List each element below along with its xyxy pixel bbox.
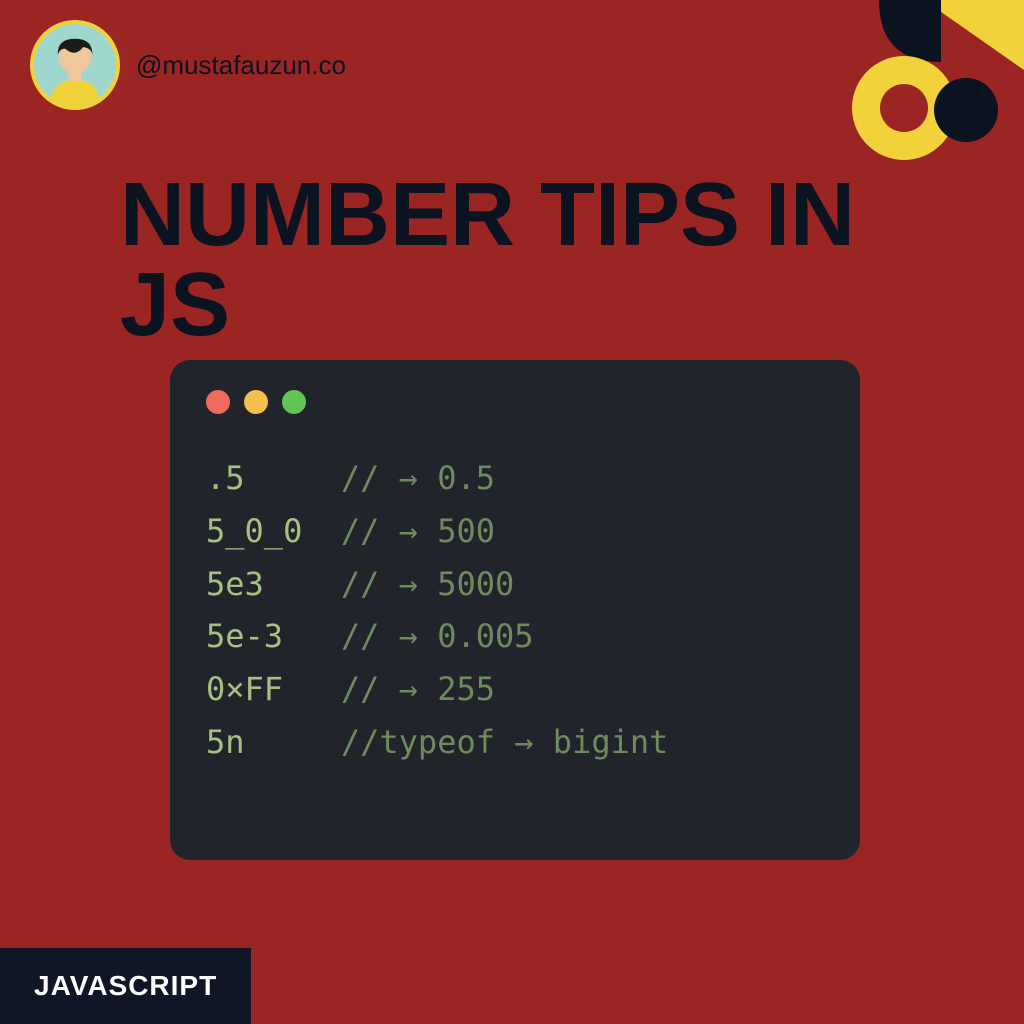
code-comment: // → 500	[341, 512, 495, 550]
code-literal: 5e3	[206, 565, 264, 603]
account-handle: @mustafauzun.co	[136, 50, 346, 81]
code-block: .5 // → 0.55_0_0 // → 5005e3 // → 50005e…	[206, 452, 824, 769]
code-comment: // → 0.5	[341, 459, 495, 497]
code-card: .5 // → 0.55_0_0 // → 5005e3 // → 50005e…	[170, 360, 860, 860]
code-literal: 5e-3	[206, 617, 283, 655]
corner-decoration-icon	[794, 0, 1024, 190]
page-title: NUMBER TIPS IN JS	[120, 170, 964, 350]
code-literal: .5	[206, 459, 245, 497]
code-comment: // → 0.005	[341, 617, 534, 655]
maximize-icon	[282, 390, 306, 414]
window-traffic-lights	[206, 390, 824, 414]
code-literal: 5_0_0	[206, 512, 302, 550]
code-line: 0×FF // → 255	[206, 663, 824, 716]
code-literal: 5n	[206, 723, 245, 761]
code-line: 5e3 // → 5000	[206, 558, 824, 611]
minimize-icon	[244, 390, 268, 414]
code-comment: // → 5000	[341, 565, 514, 603]
code-comment: // → 255	[341, 670, 495, 708]
code-line: 5_0_0 // → 500	[206, 505, 824, 558]
language-tag: JAVASCRIPT	[0, 948, 251, 1024]
code-comment: //typeof → bigint	[341, 723, 669, 761]
header: @mustafauzun.co	[30, 20, 346, 110]
code-line: .5 // → 0.5	[206, 452, 824, 505]
avatar	[30, 20, 120, 110]
code-line: 5e-3 // → 0.005	[206, 610, 824, 663]
avatar-illustration-icon	[34, 24, 116, 106]
close-icon	[206, 390, 230, 414]
code-line: 5n //typeof → bigint	[206, 716, 824, 769]
code-literal: 0×FF	[206, 670, 283, 708]
